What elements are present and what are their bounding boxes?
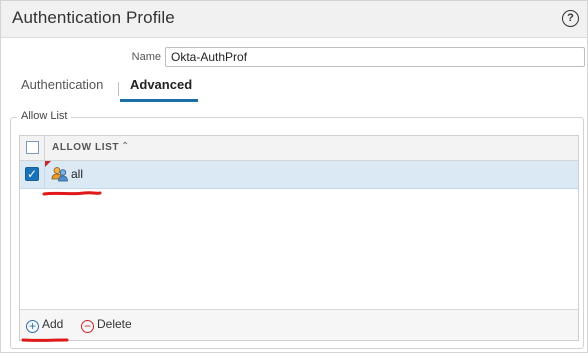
red-underline-annotation (42, 191, 102, 196)
active-tab-indicator (120, 99, 198, 102)
column-header-allow-list[interactable]: ALLOW LIST (52, 142, 119, 153)
name-label: Name (131, 51, 161, 63)
delete-label: Delete (97, 317, 132, 331)
allow-list-grid: ALLOW LIST ⌃ ✓ all + Add − Delete (19, 135, 579, 341)
tab-authentication[interactable]: Authentication (21, 77, 103, 92)
add-label: Add (42, 317, 64, 331)
minus-circle-icon: − (81, 320, 94, 333)
dialog-title: Authentication Profile (12, 8, 175, 27)
tab-bar: Authentication Advanced (1, 73, 587, 103)
allow-list-legend: Allow List (17, 110, 72, 122)
allow-list-value: all (71, 167, 84, 181)
add-button[interactable]: + Add (26, 317, 63, 333)
help-icon[interactable]: ? (562, 10, 579, 27)
name-row: Name (1, 47, 587, 69)
select-all-checkbox[interactable] (26, 141, 39, 154)
dialog-titlebar: Authentication Profile ? (1, 1, 587, 38)
tab-separator (118, 82, 119, 96)
grid-footer: + Add − Delete (20, 309, 578, 340)
delete-button[interactable]: − Delete (81, 317, 132, 333)
allow-list-group: Allow List ALLOW LIST ⌃ ✓ all + Add − De… (10, 110, 584, 349)
row-checkbox[interactable]: ✓ (25, 167, 39, 181)
table-row[interactable]: ✓ all (20, 161, 578, 189)
chevron-up-icon[interactable]: ⌃ (121, 141, 129, 152)
grid-header: ALLOW LIST ⌃ (20, 136, 578, 161)
add-circle-icon: + (26, 320, 39, 333)
auth-profile-dialog: Authentication Profile ? Name Authentica… (0, 0, 588, 353)
header-checkbox-cell (20, 136, 45, 160)
name-input[interactable] (165, 47, 585, 67)
users-group-icon (51, 167, 68, 182)
row-checkbox-cell: ✓ (20, 161, 45, 188)
tab-advanced[interactable]: Advanced (130, 77, 192, 92)
